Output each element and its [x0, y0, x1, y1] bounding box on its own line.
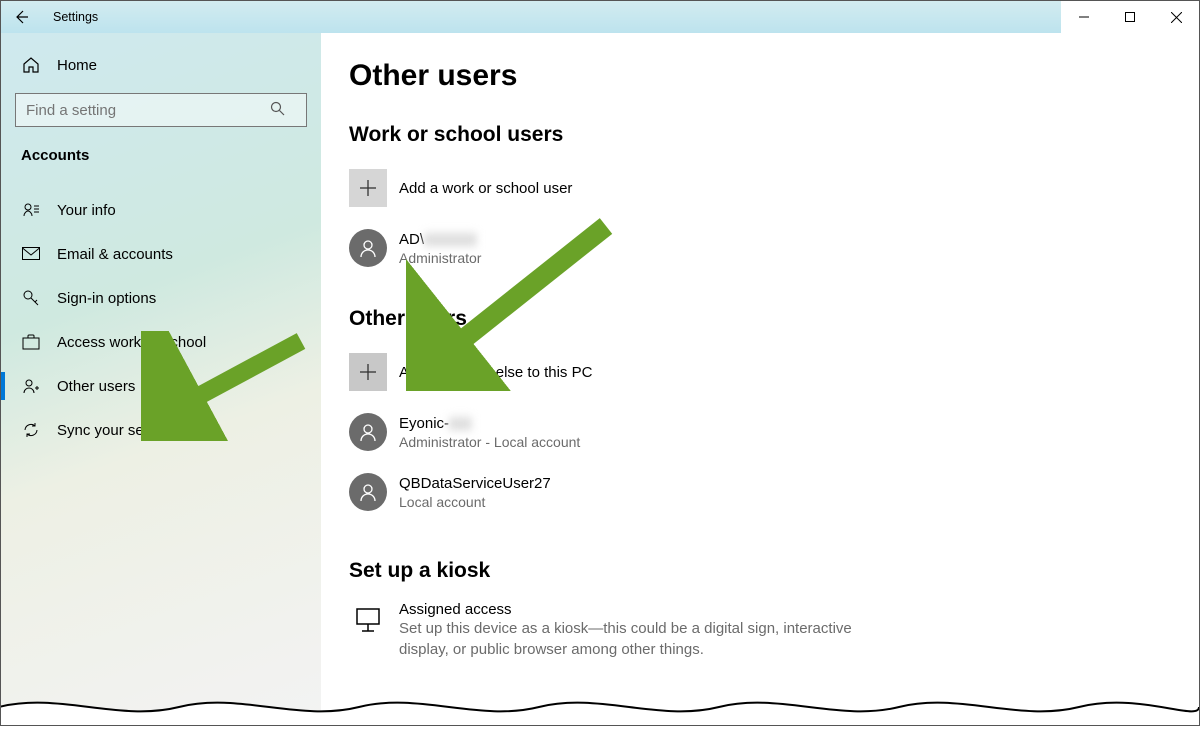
- home-nav[interactable]: Home: [1, 43, 321, 87]
- sidebar-item-label: Sign-in options: [57, 290, 156, 307]
- work-user-name: AD\xxxxxxx: [399, 231, 481, 248]
- add-work-user-label: Add a work or school user: [399, 180, 572, 197]
- search-icon: [270, 101, 285, 119]
- search-wrap: [15, 93, 307, 127]
- sidebar-item-label: Access work or school: [57, 334, 206, 351]
- add-work-user-button[interactable]: Add a work or school user: [349, 165, 1199, 211]
- mail-icon: [21, 244, 41, 264]
- window-controls: [1061, 1, 1199, 33]
- other-user-role: Administrator - Local account: [399, 434, 580, 450]
- plus-icon: [359, 179, 377, 197]
- your-info-icon: [21, 200, 41, 220]
- plus-icon: [359, 363, 377, 381]
- sidebar-item-sync-settings[interactable]: Sync your settings: [1, 408, 321, 452]
- minimize-icon: [1079, 12, 1089, 22]
- titlebar: Settings: [1, 1, 1199, 33]
- key-icon: [21, 288, 41, 308]
- sync-icon: [21, 420, 41, 440]
- sidebar-item-your-info[interactable]: Your info: [1, 188, 321, 232]
- plus-tile: [349, 353, 387, 391]
- sidebar-item-label: Sync your settings: [57, 422, 180, 439]
- add-other-user-label: Add someone else to this PC: [399, 364, 592, 381]
- user-avatar: [349, 473, 387, 511]
- kiosk-title: Assigned access: [399, 601, 859, 618]
- other-user-name: Eyonic-xxx: [399, 415, 580, 432]
- people-icon: [21, 376, 41, 396]
- maximize-button[interactable]: [1107, 1, 1153, 33]
- add-other-user-button[interactable]: Add someone else to this PC: [349, 349, 1199, 395]
- assigned-access-button[interactable]: Assigned access Set up this device as a …: [349, 601, 1199, 660]
- plus-tile: [349, 169, 387, 207]
- back-button[interactable]: [1, 1, 41, 33]
- sidebar-item-label: Other users: [57, 378, 135, 395]
- kiosk-heading: Set up a kiosk: [349, 559, 1199, 583]
- work-user-role: Administrator: [399, 250, 481, 266]
- other-user-name: QBDataServiceUser27: [399, 475, 551, 492]
- briefcase-icon: [21, 332, 41, 352]
- user-avatar: [349, 229, 387, 267]
- work-user-row[interactable]: AD\xxxxxxx Administrator: [349, 225, 1199, 271]
- other-user-row[interactable]: QBDataServiceUser27 Local account: [349, 469, 1199, 515]
- settings-window: Settings Home: [0, 0, 1200, 726]
- bottom-wave-crop: [0, 687, 1199, 726]
- sidebar-item-label: Email & accounts: [57, 246, 173, 263]
- sidebar-item-label: Your info: [57, 202, 116, 219]
- person-icon: [358, 482, 378, 502]
- user-avatar: [349, 413, 387, 451]
- sidebar-item-email-accounts[interactable]: Email & accounts: [1, 232, 321, 276]
- page-title: Other users: [349, 59, 1199, 93]
- window-title: Settings: [53, 10, 98, 24]
- home-icon: [21, 55, 41, 75]
- other-user-role: Local account: [399, 494, 551, 510]
- other-user-row[interactable]: Eyonic-xxx Administrator - Local account: [349, 409, 1199, 455]
- other-users-heading: Other users: [349, 307, 1199, 331]
- search-input[interactable]: [15, 93, 307, 127]
- main-content: Other users Work or school users Add a w…: [321, 33, 1199, 725]
- sidebar-category: Accounts: [1, 141, 321, 178]
- sidebar-item-sign-in-options[interactable]: Sign-in options: [1, 276, 321, 320]
- home-label: Home: [57, 57, 97, 74]
- kiosk-icon: [349, 601, 387, 639]
- person-icon: [358, 422, 378, 442]
- sidebar: Home Accounts Your info Emai: [1, 33, 321, 725]
- minimize-button[interactable]: [1061, 1, 1107, 33]
- person-icon: [358, 238, 378, 258]
- close-button[interactable]: [1153, 1, 1199, 33]
- kiosk-desc: Set up this device as a kiosk—this could…: [399, 618, 859, 660]
- close-icon: [1171, 12, 1182, 23]
- work-school-heading: Work or school users: [349, 123, 1199, 147]
- maximize-icon: [1125, 12, 1135, 22]
- sidebar-item-other-users[interactable]: Other users: [1, 364, 321, 408]
- arrow-left-icon: [13, 9, 29, 25]
- sidebar-item-access-work-school[interactable]: Access work or school: [1, 320, 321, 364]
